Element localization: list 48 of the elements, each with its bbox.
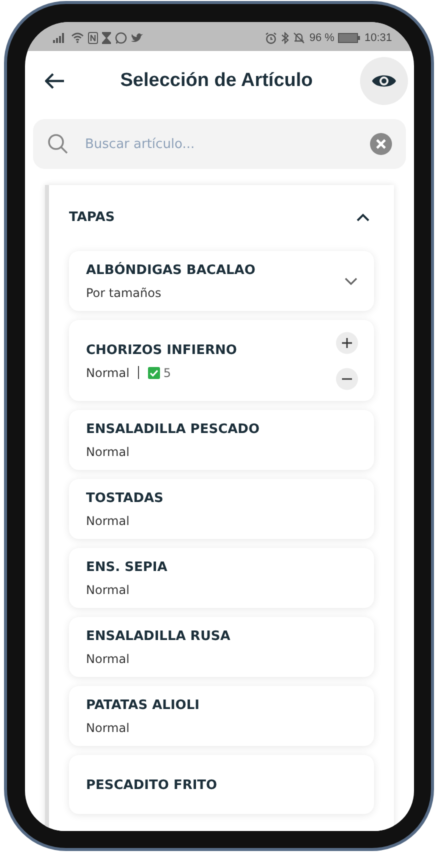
search-bar[interactable]: Buscar artículo... xyxy=(33,119,406,169)
bird-icon xyxy=(131,32,143,42)
item-detail: Normal xyxy=(86,652,130,666)
signal-icon xyxy=(53,32,67,42)
battery-icon xyxy=(338,32,360,42)
battery-percent: 96 % xyxy=(309,32,334,44)
item-detail: Normal xyxy=(86,445,130,459)
item-name: CHORIZOS INFIERNO xyxy=(86,342,237,358)
item-card[interactable]: ALBÓNDIGAS BACALAO Por tamaños xyxy=(69,251,374,311)
chevron-down-icon[interactable] xyxy=(344,277,358,286)
bluetooth-icon xyxy=(281,32,290,44)
hourglass-icon xyxy=(102,32,111,44)
item-name: ALBÓNDIGAS BACALAO xyxy=(86,263,256,278)
category-header[interactable]: TAPAS xyxy=(69,185,374,249)
page-title: Selección de Artículo xyxy=(120,70,313,92)
item-name: ENSALADILLA RUSA xyxy=(86,629,230,644)
item-detail: Por tamaños xyxy=(86,286,162,300)
item-name: TOSTADAS xyxy=(86,491,164,506)
item-name: ENS. SEPIA xyxy=(86,560,168,575)
clock-time: 10:31 xyxy=(364,32,392,44)
item-card[interactable]: TOSTADAS Normal xyxy=(69,479,374,539)
chat-icon xyxy=(115,32,127,44)
search-icon xyxy=(47,133,69,155)
plus-icon xyxy=(342,338,352,348)
muted-bell-icon xyxy=(293,32,306,44)
wifi-icon xyxy=(71,32,84,43)
item-card[interactable]: PESCADITO FRITO xyxy=(69,755,374,814)
item-card[interactable]: CHORIZOS INFIERNO Normal 5 xyxy=(69,320,374,401)
clear-icon[interactable] xyxy=(370,133,392,155)
back-arrow-icon xyxy=(45,73,65,89)
item-detail: Normal xyxy=(86,514,130,528)
item-detail: Normal xyxy=(86,721,130,735)
search-field[interactable]: Buscar artículo... xyxy=(83,136,356,152)
item-card[interactable]: ENS. SEPIA Normal xyxy=(69,548,374,608)
item-detail: Normal xyxy=(86,366,130,380)
item-name: PESCADITO FRITO xyxy=(86,778,218,792)
item-count: 5 xyxy=(163,366,172,380)
plus-button[interactable] xyxy=(336,332,358,354)
check-icon xyxy=(148,366,160,378)
nfc-icon xyxy=(88,32,98,44)
item-detail: Normal xyxy=(86,583,130,597)
item-card[interactable]: ENSALADILLA RUSA Normal xyxy=(69,617,374,677)
minus-button[interactable] xyxy=(336,368,358,390)
item-card[interactable]: PATATAS ALIOLI Normal xyxy=(69,686,374,746)
item-name: ENSALADILLA PESCADO xyxy=(86,422,260,437)
item-card[interactable]: ENSALADILLA PESCADO Normal xyxy=(69,410,374,470)
alarm-icon xyxy=(265,32,278,44)
item-name: PATATAS ALIOLI xyxy=(86,698,200,713)
